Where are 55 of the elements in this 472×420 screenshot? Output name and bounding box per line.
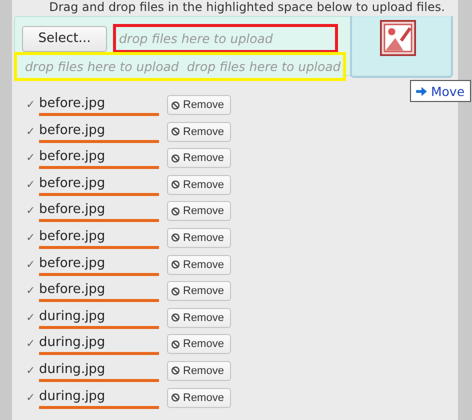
check-mark: ✓ bbox=[26, 310, 36, 324]
file-name: during.jpg bbox=[39, 308, 106, 325]
check-mark: ✓ bbox=[26, 230, 36, 244]
check-mark: ✓ bbox=[26, 337, 36, 350]
ban-icon bbox=[171, 286, 180, 296]
ban-icon bbox=[171, 127, 180, 136]
check-mark: ✓ bbox=[26, 284, 36, 298]
ban-icon bbox=[171, 206, 180, 216]
remove-button[interactable]: Remove bbox=[167, 122, 231, 142]
file-name: during.jpg bbox=[39, 388, 106, 405]
check-mark: ✓ bbox=[26, 178, 36, 191]
ban-icon bbox=[171, 366, 180, 376]
check-mark: ✓ bbox=[26, 258, 36, 271]
ban-icon bbox=[171, 313, 180, 322]
file-name: during.jpg bbox=[39, 360, 106, 378]
file-name: before.jpg bbox=[39, 174, 106, 192]
remove-button[interactable]: Remove bbox=[167, 388, 231, 408]
arrow-icon bbox=[416, 86, 427, 96]
remove-button[interactable]: Remove bbox=[167, 228, 231, 248]
ban-icon bbox=[171, 100, 180, 110]
select-button[interactable]: Select... bbox=[22, 26, 107, 52]
check-mark: ✓ bbox=[26, 204, 36, 218]
ban-icon bbox=[171, 340, 180, 349]
check-mark: ✓ bbox=[26, 124, 36, 138]
drop-hint-text: drop files here to upload bbox=[186, 59, 341, 74]
remove-button[interactable]: Remove bbox=[167, 308, 231, 328]
remove-button[interactable]: Remove bbox=[167, 174, 231, 195]
move-label: Move bbox=[431, 84, 465, 98]
file-name: before.jpg bbox=[39, 201, 106, 218]
ban-icon bbox=[171, 393, 180, 402]
file-name: before.jpg bbox=[39, 254, 106, 272]
check-mark: ✓ bbox=[26, 364, 36, 377]
remove-button[interactable]: Remove bbox=[167, 201, 231, 222]
picture-icon bbox=[380, 20, 416, 56]
ban-icon bbox=[171, 233, 180, 242]
file-name: before.jpg bbox=[39, 122, 106, 139]
check-mark: ✓ bbox=[26, 390, 36, 404]
remove-button[interactable]: Remove bbox=[167, 254, 231, 275]
remove-button[interactable]: Remove bbox=[167, 360, 231, 381]
remove-button[interactable]: Remove bbox=[167, 95, 231, 115]
remove-button[interactable]: Remove bbox=[167, 148, 231, 168]
file-name: before.jpg bbox=[39, 95, 106, 112]
file-name: before.jpg bbox=[39, 148, 106, 166]
file-name: during.jpg bbox=[39, 334, 106, 352]
check-mark: ✓ bbox=[26, 151, 36, 164]
ban-icon bbox=[171, 154, 180, 163]
check-mark: ✓ bbox=[26, 98, 36, 111]
ban-icon bbox=[171, 180, 180, 190]
ban-icon bbox=[171, 260, 180, 270]
remove-button[interactable]: Remove bbox=[167, 281, 231, 302]
instructions-text: Drag and drop files in the highlighted space below to upload files. bbox=[48, 0, 446, 15]
remove-button[interactable]: Remove bbox=[167, 334, 231, 354]
file-name: before.jpg bbox=[39, 281, 106, 298]
drop-hint-text: drop files here to upload bbox=[25, 59, 179, 74]
file-name: before.jpg bbox=[39, 228, 106, 245]
